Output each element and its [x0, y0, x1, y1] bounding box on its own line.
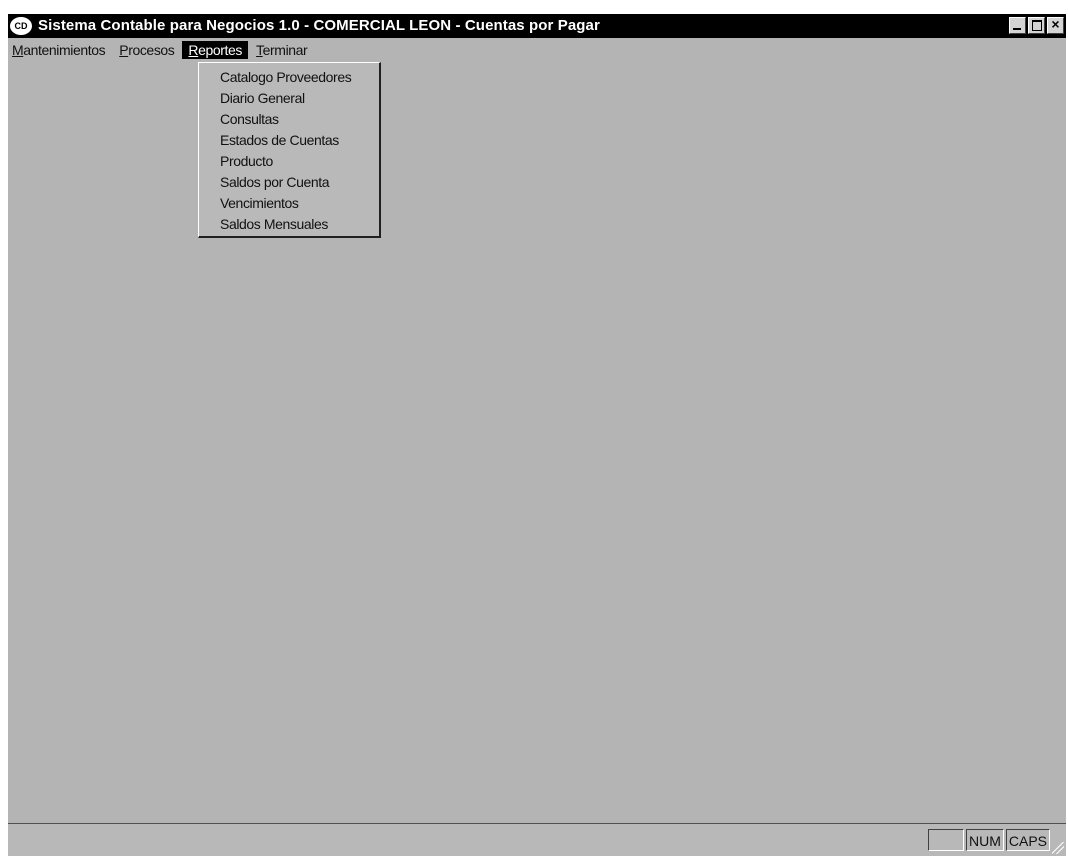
status-panel-caps: CAPS	[1005, 829, 1050, 851]
resize-grip-icon[interactable]	[1052, 842, 1064, 854]
menu-mnemonic: P	[119, 42, 129, 58]
minimize-button[interactable]	[1009, 17, 1026, 34]
menu-mantenimientos[interactable]: Mantenimientos	[8, 41, 111, 59]
menu-label: erminar	[262, 42, 308, 58]
close-button[interactable]: ×	[1047, 16, 1064, 34]
menu-terminar[interactable]: Terminar	[250, 41, 313, 59]
close-icon: ×	[1051, 16, 1060, 32]
menu-mnemonic: T	[256, 42, 263, 58]
menu-item-consultas[interactable]: Consultas	[199, 109, 379, 130]
window-title: Sistema Contable para Negocios 1.0 - COM…	[38, 17, 600, 34]
status-panel-blank	[927, 829, 964, 851]
menu-item-vencimientos[interactable]: Vencimientos	[199, 193, 379, 214]
status-panels: NUM CAPS	[927, 829, 1050, 851]
minimize-icon	[1013, 28, 1021, 30]
menu-mnemonic: M	[12, 42, 24, 58]
menu-bar: Mantenimientos Procesos Reportes Termina…	[8, 39, 1066, 61]
maximize-icon	[1032, 20, 1042, 31]
status-bar: NUM CAPS	[8, 823, 1066, 856]
menu-item-saldos-mensuales[interactable]: Saldos Mensuales	[199, 214, 379, 235]
menu-label: eportes	[198, 42, 243, 58]
app-icon[interactable]: CD	[10, 17, 32, 35]
title-bar[interactable]: CD Sistema Contable para Negocios 1.0 - …	[8, 14, 1066, 38]
status-panel-num: NUM	[965, 829, 1004, 851]
app-window: CD Sistema Contable para Negocios 1.0 - …	[8, 14, 1066, 856]
menu-item-saldos-por-cuenta[interactable]: Saldos por Cuenta	[199, 172, 379, 193]
menu-item-catalogo-proveedores[interactable]: Catalogo Proveedores	[199, 67, 379, 88]
menu-item-estados-de-cuentas[interactable]: Estados de Cuentas	[199, 130, 379, 151]
menu-reportes[interactable]: Reportes	[182, 41, 249, 59]
window-controls: ×	[1009, 16, 1064, 35]
menu-label: antenimientos	[23, 42, 106, 58]
menu-mnemonic: R	[188, 42, 199, 58]
menu-item-producto[interactable]: Producto	[199, 151, 379, 172]
menu-procesos[interactable]: Procesos	[113, 41, 180, 59]
maximize-button[interactable]	[1028, 17, 1045, 34]
menu-item-diario-general[interactable]: Diario General	[199, 88, 379, 109]
menu-label: rocesos	[128, 42, 175, 58]
reportes-dropdown-menu: Catalogo Proveedores Diario General Cons…	[198, 62, 381, 238]
